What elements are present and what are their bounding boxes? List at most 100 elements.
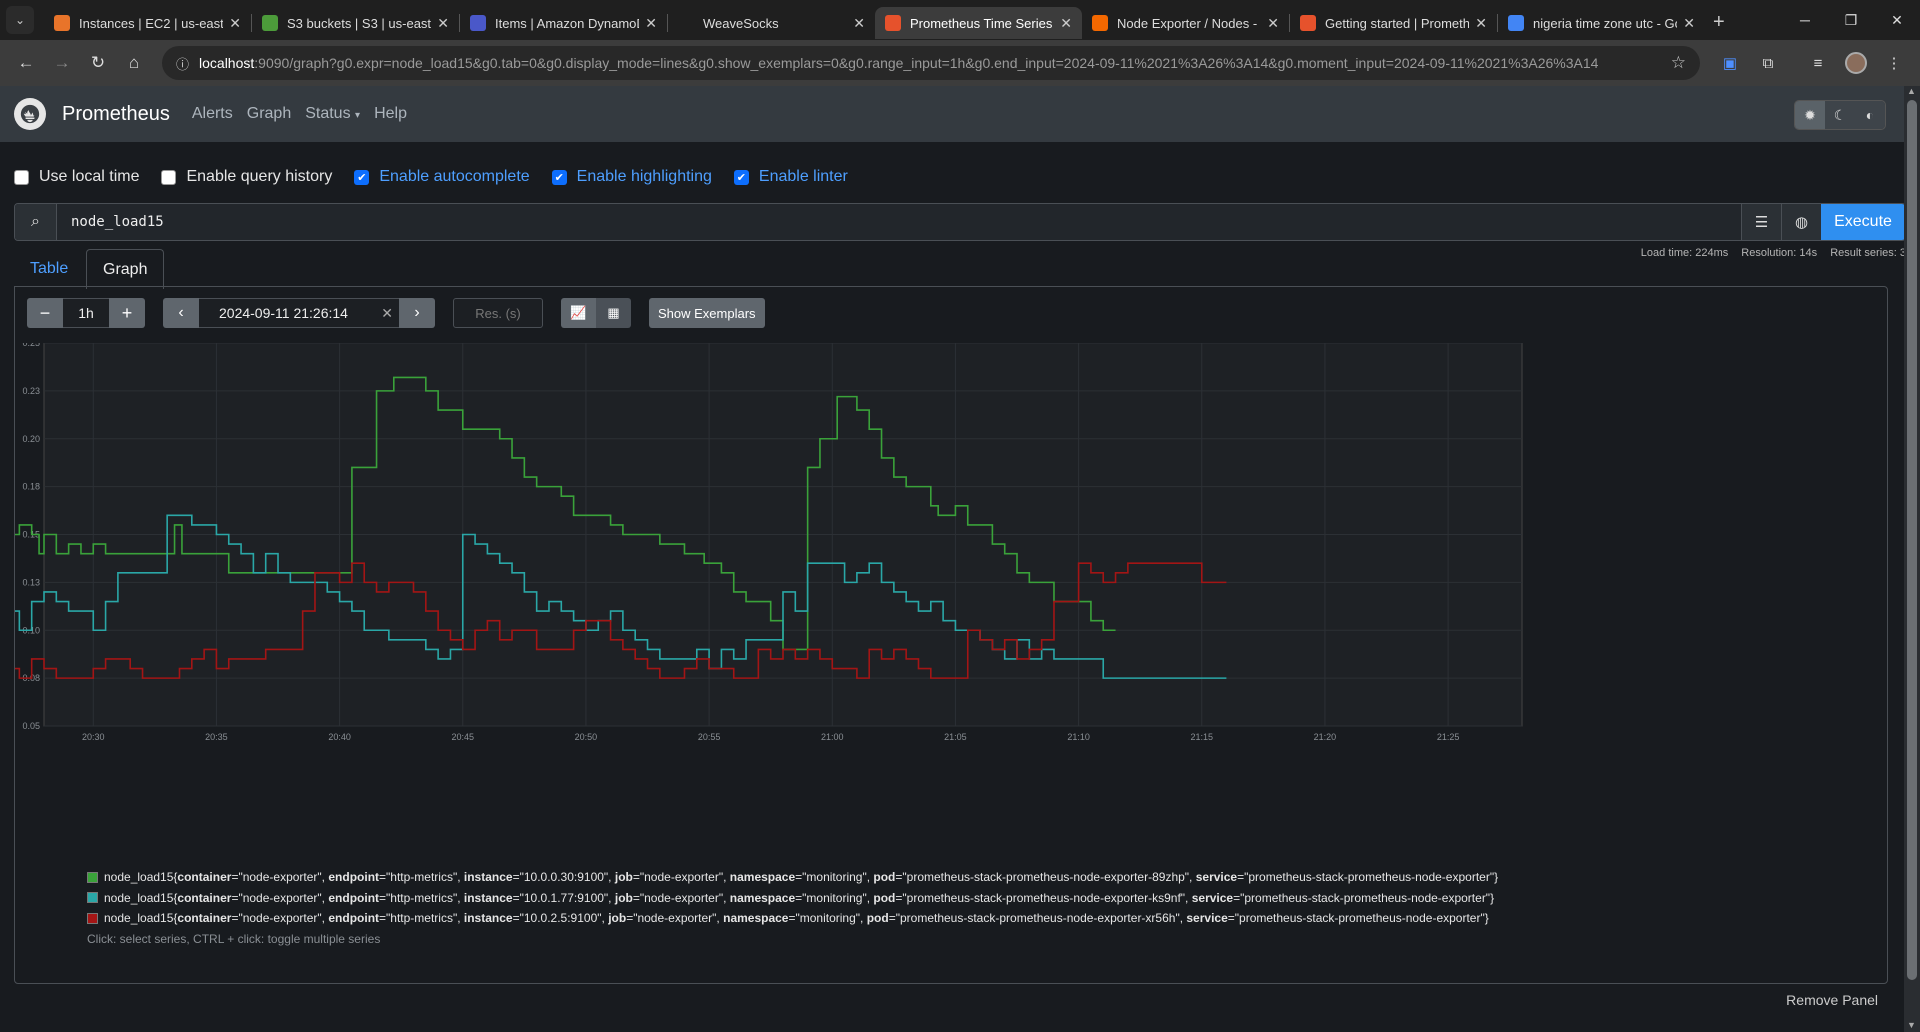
x-tick-label: 21:05 (944, 732, 967, 742)
close-window-icon[interactable]: ✕ (1874, 0, 1920, 40)
back-icon[interactable]: ← (10, 47, 42, 79)
media-control-icon[interactable]: ≡ (1802, 47, 1834, 79)
range-input[interactable]: 1h (63, 298, 109, 328)
use-local-time-checkbox[interactable] (14, 169, 29, 185)
brand-title[interactable]: Prometheus (62, 103, 170, 126)
close-tab-icon[interactable]: ✕ (1475, 15, 1487, 32)
close-tab-icon[interactable]: ✕ (1683, 15, 1695, 32)
browser-tab[interactable]: WeaveSocks ✕ (668, 7, 875, 39)
extension-icon[interactable]: ▣ (1714, 47, 1746, 79)
close-tab-icon[interactable]: ✕ (853, 15, 865, 32)
legend-item[interactable]: node_load15{container="node-exporter", e… (87, 867, 1498, 888)
browser-tab[interactable]: Node Exporter / Nodes - Grafana ✕ (1082, 7, 1289, 39)
highlighting-checkbox[interactable]: ✔ (551, 169, 567, 185)
x-tick-label: 20:45 (452, 732, 475, 742)
legend-swatch (87, 912, 98, 924)
earlier-button[interactable]: ‹ (163, 298, 199, 328)
url-host: localhost (199, 55, 255, 71)
stacked-mode-icon[interactable]: ▦ (596, 298, 631, 328)
query-history-checkbox[interactable] (161, 169, 177, 185)
browser-tab[interactable]: Items | Amazon DynamoDB ✕ (460, 7, 667, 39)
legend-label: node_load15{container="node-exporter", e… (104, 911, 1489, 926)
tab-favicon-icon (1508, 15, 1524, 31)
close-tab-icon[interactable]: ✕ (1267, 15, 1279, 32)
tab-title: Getting started | Prometheus (1325, 15, 1470, 31)
endtime-group: ‹ 2024-09-11 21:26:14 ✕ › (163, 298, 435, 328)
tab-title: WeaveSocks (703, 15, 779, 31)
prometheus-logo[interactable] (14, 98, 46, 130)
close-tab-icon[interactable]: ✕ (1060, 15, 1072, 32)
browser-tab[interactable]: Instances | EC2 | us-east-1 ✕ (44, 7, 251, 39)
decrease-range-button[interactable]: − (27, 298, 63, 328)
close-tab-icon[interactable]: ✕ (645, 15, 657, 32)
forward-icon[interactable]: → (46, 47, 78, 79)
browser-menu-icon[interactable]: ⋮ (1878, 47, 1910, 79)
format-expression-icon[interactable]: ☰ (1741, 204, 1781, 240)
remove-panel-link[interactable]: Remove Panel (1786, 992, 1878, 1008)
tab-title: Items | Amazon DynamoDB (495, 15, 640, 31)
extensions-puzzle-icon[interactable]: ⧉ (1752, 47, 1784, 79)
scroll-thumb[interactable] (1907, 100, 1917, 980)
legend-item[interactable]: node_load15{container="node-exporter", e… (87, 908, 1498, 929)
execute-button[interactable]: Execute (1821, 204, 1905, 240)
theme-toggle: ✹ ☾ ◐ (1794, 100, 1886, 130)
tab-graph[interactable]: Graph (86, 249, 165, 289)
y-tick-label: 0.25 (22, 343, 40, 348)
legend-item[interactable]: node_load15{container="node-exporter", e… (87, 888, 1498, 909)
minimize-icon[interactable]: ─ (1782, 0, 1828, 40)
prometheus-navbar: Prometheus Alerts Graph Status ▾ Help ✹ … (0, 86, 1920, 142)
nav-alerts[interactable]: Alerts (192, 105, 233, 123)
home-icon[interactable]: ⌂ (118, 47, 150, 79)
browser-tab[interactable]: Prometheus Time Series Collection ✕ (875, 7, 1082, 39)
close-tab-icon[interactable]: ✕ (437, 15, 449, 32)
later-button[interactable]: › (399, 298, 435, 328)
tab-table[interactable]: Table (14, 249, 84, 289)
y-tick-label: 0.05 (22, 721, 40, 731)
tab-favicon-icon (470, 15, 486, 31)
bookmark-star-icon[interactable]: ☆ (1671, 53, 1686, 73)
nav-help[interactable]: Help (374, 105, 407, 123)
expression-input[interactable]: node_load15 (57, 204, 1741, 240)
show-exemplars-button[interactable]: Show Exemplars (649, 298, 765, 328)
highlighting-label: Enable highlighting (576, 168, 712, 185)
lines-mode-icon[interactable]: 📈 (561, 298, 596, 328)
new-tab-icon[interactable]: + (1713, 11, 1725, 34)
browser-tab[interactable]: S3 buckets | S3 | us-east-1 ✕ (252, 7, 459, 39)
profile-avatar[interactable] (1840, 47, 1872, 79)
highlighting-option[interactable]: ✔ Enable highlighting (551, 168, 712, 186)
close-tab-icon[interactable]: ✕ (229, 15, 241, 32)
address-bar: ← → ↻ ⌂ ⓘ localhost:9090/graph?g0.expr=n… (0, 40, 1920, 86)
url-field[interactable]: ⓘ localhost:9090/graph?g0.expr=node_load… (162, 46, 1700, 80)
light-theme-icon[interactable]: ✹ (1795, 101, 1825, 129)
use-local-time-option[interactable]: Use local time (14, 168, 139, 186)
tab-favicon-icon (885, 15, 901, 31)
resolution-input[interactable]: Res. (s) (453, 298, 543, 328)
dark-theme-icon[interactable]: ☾ (1825, 101, 1855, 129)
site-info-icon[interactable]: ⓘ (176, 54, 189, 73)
query-history-option[interactable]: Enable query history (161, 168, 332, 186)
autocomplete-checkbox[interactable]: ✔ (354, 169, 370, 185)
x-tick-label: 20:50 (575, 732, 598, 742)
line-chart[interactable]: 0.050.080.100.130.150.180.200.230.2520:3… (15, 343, 1889, 863)
series-legend: node_load15{container="node-exporter", e… (87, 867, 1498, 946)
nav-graph[interactable]: Graph (247, 105, 291, 123)
use-local-time-label: Use local time (39, 168, 140, 185)
end-time-input[interactable]: 2024-09-11 21:26:14 ✕ (199, 298, 399, 328)
tab-search-icon[interactable]: ⌄ (6, 6, 34, 34)
nav-status[interactable]: Status ▾ (305, 105, 360, 123)
page-scrollbar[interactable]: ▲ ▼ (1904, 86, 1920, 1032)
reload-icon[interactable]: ↻ (82, 47, 114, 79)
restore-icon[interactable]: ❐ (1828, 0, 1874, 40)
increase-range-button[interactable]: + (109, 298, 145, 328)
browser-tab[interactable]: nigeria time zone utc - Google ✕ (1498, 7, 1705, 39)
clear-time-icon[interactable]: ✕ (381, 305, 393, 322)
scroll-up-icon[interactable]: ▲ (1907, 86, 1916, 96)
auto-theme-icon[interactable]: ◐ (1855, 101, 1885, 129)
browser-tab[interactable]: Getting started | Prometheus ✕ (1290, 7, 1497, 39)
linter-checkbox[interactable]: ✔ (733, 169, 749, 185)
autocomplete-option[interactable]: ✔ Enable autocomplete (354, 168, 530, 186)
scroll-down-icon[interactable]: ▼ (1907, 1020, 1916, 1030)
linter-option[interactable]: ✔ Enable linter (733, 168, 848, 186)
x-tick-label: 20:55 (698, 732, 721, 742)
metrics-explorer-icon[interactable]: ◍ (1781, 204, 1821, 240)
